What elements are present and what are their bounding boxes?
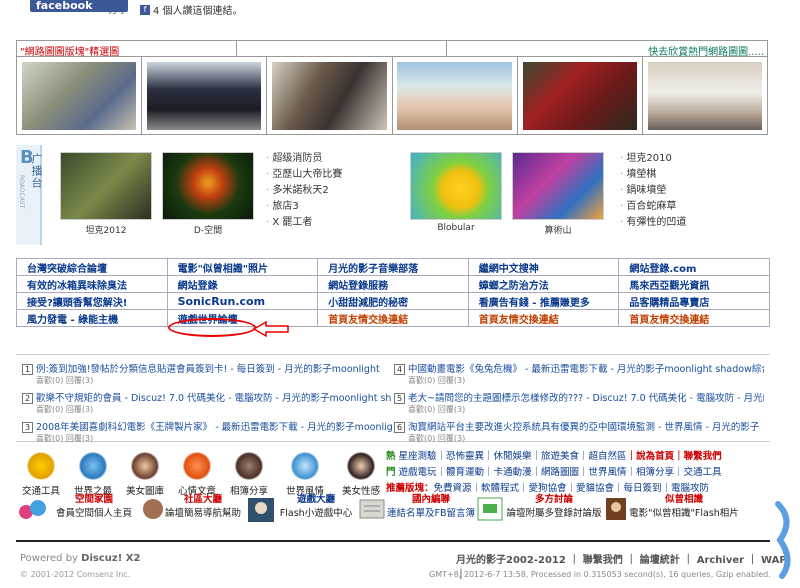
friend-link[interactable]: 台灣突破綜合論壇 xyxy=(16,258,168,276)
link-space-home[interactable]: 空間家園 會員空間個人主頁 xyxy=(44,491,144,519)
broadcast-sidebar: B 广播台 ROADCAST xyxy=(16,145,43,245)
footer-meta: GMT+8, 2012-6-7 13:58, Processed in 0.31… xyxy=(429,570,771,579)
highlight-arrow-icon xyxy=(252,320,289,338)
thread-item[interactable]: 3 2008年美國喜劇科幻電影《王牌製片家》 - 最新迅雷電影下載 - 月光的影子… xyxy=(22,419,392,444)
friend-link[interactable]: 月光的影子音樂部落 xyxy=(317,258,469,276)
game-card-tank[interactable]: 坦克2012 xyxy=(60,152,152,236)
game-link[interactable]: 百合蛇麻草 xyxy=(620,199,686,215)
game-hall-icon xyxy=(246,496,276,527)
friend-link[interactable]: 蟑螂之防治方法 xyxy=(467,275,620,293)
thread-item[interactable]: 2 歡樂不守規矩的會員 - Discuz! 7.0 代碼美化 - 電腦攻防 - 月… xyxy=(22,390,392,415)
broadcast-title: 广播台 xyxy=(30,153,43,189)
game-link[interactable]: 墳塋棋 xyxy=(620,167,686,183)
gallery-more-link[interactable]: 快去欣賞熱門網路圖圖..... xyxy=(447,41,767,58)
link-guestbook[interactable]: 國內編聯 連結名單及FB留言簿 xyxy=(384,491,478,519)
copyright: © 2001-2012 Comsenz Inc. xyxy=(20,570,131,579)
friend-link[interactable]: 看廣告有錢 - 推薦賺更多 xyxy=(467,292,620,310)
link-game-hall[interactable]: 遊戲大廳 Flash小遊戲中心 xyxy=(276,491,356,519)
friend-link[interactable]: 網站登錄 xyxy=(166,275,319,293)
link-movie-photos[interactable]: 似曾相識 電影"似曾相識"Flash相片 xyxy=(626,491,742,519)
link-multi-discussion[interactable]: 多方討論 論壇附屬多登錄討論版 xyxy=(504,491,604,519)
powered-by: Powered by Discuz! X2 xyxy=(20,553,141,564)
game-link[interactable]: 鍋味墳塋 xyxy=(620,183,686,199)
people-icon xyxy=(234,452,264,480)
photo-gallery: "網路圖圖版塊"精選圖 快去欣賞熱門網路圖圖..... xyxy=(16,40,768,135)
friend-link[interactable]: 首頁友情交換連結 xyxy=(467,309,620,327)
friend-link[interactable]: 有效的冰箱異味除臭法 xyxy=(16,275,168,293)
friend-link[interactable]: 接受?讓頭香幫您解決! xyxy=(16,292,168,310)
gallery-photo[interactable] xyxy=(142,57,268,135)
discussion-icon xyxy=(476,496,504,525)
broadcast-panel: B 广播台 ROADCAST 坦克2012 D-空間 超级消防员 亞歷山大帝比賽… xyxy=(16,145,770,245)
world-icon xyxy=(290,452,320,480)
friend-link[interactable]: 品客購精品專賣店 xyxy=(618,292,770,310)
hot-sections: 熱 星座測驗｜恐怖靈異｜休閒娛樂｜旅遊美食｜超自然區｜說為首頁｜聯繫我們 門 遊… xyxy=(386,451,722,494)
friend-link[interactable]: SonicRun.com xyxy=(166,292,319,310)
game-card-blobular[interactable]: 坦克2012 Blobular xyxy=(410,152,502,233)
facebook-share-button[interactable]: 分享 xyxy=(108,1,128,16)
car-icon xyxy=(26,452,56,480)
gallery-photo[interactable] xyxy=(267,57,393,135)
friend-link[interactable]: 馬來西亞觀光資訊 xyxy=(618,275,770,293)
discuz-link[interactable]: Discuz! X2 xyxy=(81,553,140,564)
avatar-icon xyxy=(346,452,376,480)
heart-icon xyxy=(182,452,212,480)
highlight-circle xyxy=(168,318,256,337)
thread-item[interactable]: 5 老大~請問您的主題圖標示怎樣修改的??? - Discuz! 7.0 代碼美化… xyxy=(394,390,764,415)
gallery-title[interactable]: "網路圖圖版塊"精選圖 xyxy=(17,41,237,58)
hot-links-row[interactable]: 星座測驗｜恐怖靈異｜休閒娛樂｜旅遊美食｜超自然區 xyxy=(399,451,627,462)
game-card-math-hill[interactable]: 算術山 xyxy=(512,152,604,236)
hot-links-row[interactable]: 遊戲電玩｜體育運動｜卡通動漫｜網路圖圖｜世界風情｜相簿分享｜交通工具 xyxy=(399,467,722,478)
game-card-dspace[interactable]: D-空間 xyxy=(162,152,254,236)
gallery-photo[interactable] xyxy=(518,57,643,135)
friend-link[interactable]: 首頁友情交換連結 xyxy=(317,309,469,327)
game-link[interactable]: 超级消防员 xyxy=(266,151,342,167)
game-link[interactable]: 多米諾秋天2 xyxy=(266,183,342,199)
thread-item[interactable]: 1 例:簽到加強!發帖於分類信息貼選會員簽到卡! - 每日簽到 - 月光的影子mo… xyxy=(22,361,392,386)
back-to-top-icon xyxy=(775,501,791,579)
friend-link[interactable]: 網站登錄服務 xyxy=(317,275,469,293)
game-link[interactable]: 亞歷山大帝比賽 xyxy=(266,167,342,183)
friend-link[interactable]: 風力發電 - 綠能主機 xyxy=(16,309,168,327)
friend-link[interactable]: 小甜甜減肥的秘密 xyxy=(317,292,469,310)
back-to-top-button[interactable] xyxy=(774,500,798,580)
footer-divider xyxy=(16,540,770,542)
facebook-icon: f xyxy=(140,4,150,15)
link-community-hall[interactable]: 社區大廳 論壇簡易導航幫助 xyxy=(160,491,246,519)
friend-links-table: 台灣突破綜合論壇 電影"似曾相識"照片 月光的影子音樂部落 繼網中文搜神 網站登… xyxy=(16,258,770,327)
facebook-like-counter[interactable]: f 4 個人讚這個連結。 xyxy=(140,2,243,17)
game-list-right: 坦克2010 墳塋棋 鍋味墳塋 百合蛇麻草 有彈性的凹道 xyxy=(620,151,686,231)
globe-icon xyxy=(78,452,108,480)
friend-link[interactable]: 電影"似曾相識"照片 xyxy=(166,258,319,276)
game-link[interactable]: 有彈性的凹道 xyxy=(620,215,686,231)
gallery-photo[interactable] xyxy=(643,57,767,135)
friend-link[interactable]: 首頁友情交換連結 xyxy=(618,309,770,327)
game-list-left: 超级消防员 亞歷山大帝比賽 多米諾秋天2 旅店3 X 罷工者 xyxy=(266,151,342,231)
movie-icon xyxy=(604,496,628,525)
thread-item[interactable]: 6 淘寶網站平台主要改進火控系統具有優異的亞中國環境監測 - 世界風情 - 月光的… xyxy=(394,419,764,444)
guestbook-icon xyxy=(358,496,386,525)
friend-link[interactable]: 網站登錄.com xyxy=(618,258,770,276)
thread-item[interactable]: 4 中國動畫電影《兔兔危機》 - 最新迅雷電影下載 - 月光的影子moonligh… xyxy=(394,361,764,386)
game-link[interactable]: 旅店3 xyxy=(266,199,342,215)
gallery-photo[interactable] xyxy=(17,57,143,135)
friend-link[interactable]: 繼網中文搜神 xyxy=(467,258,620,276)
game-link[interactable]: 坦克2010 xyxy=(620,151,686,167)
game-link[interactable]: X 罷工者 xyxy=(266,215,342,231)
beauty-icon xyxy=(130,452,160,480)
facebook-like-text: 4 個人讚這個連結。 xyxy=(153,6,243,17)
thread-list: 1 例:簽到加強!發帖於分類信息貼選會員簽到卡! - 每日簽到 - 月光的影子mo… xyxy=(16,354,770,444)
homepage-contact-links[interactable]: ｜說為首頁｜聯繫我們 xyxy=(627,451,722,462)
gallery-photo[interactable] xyxy=(393,57,518,135)
